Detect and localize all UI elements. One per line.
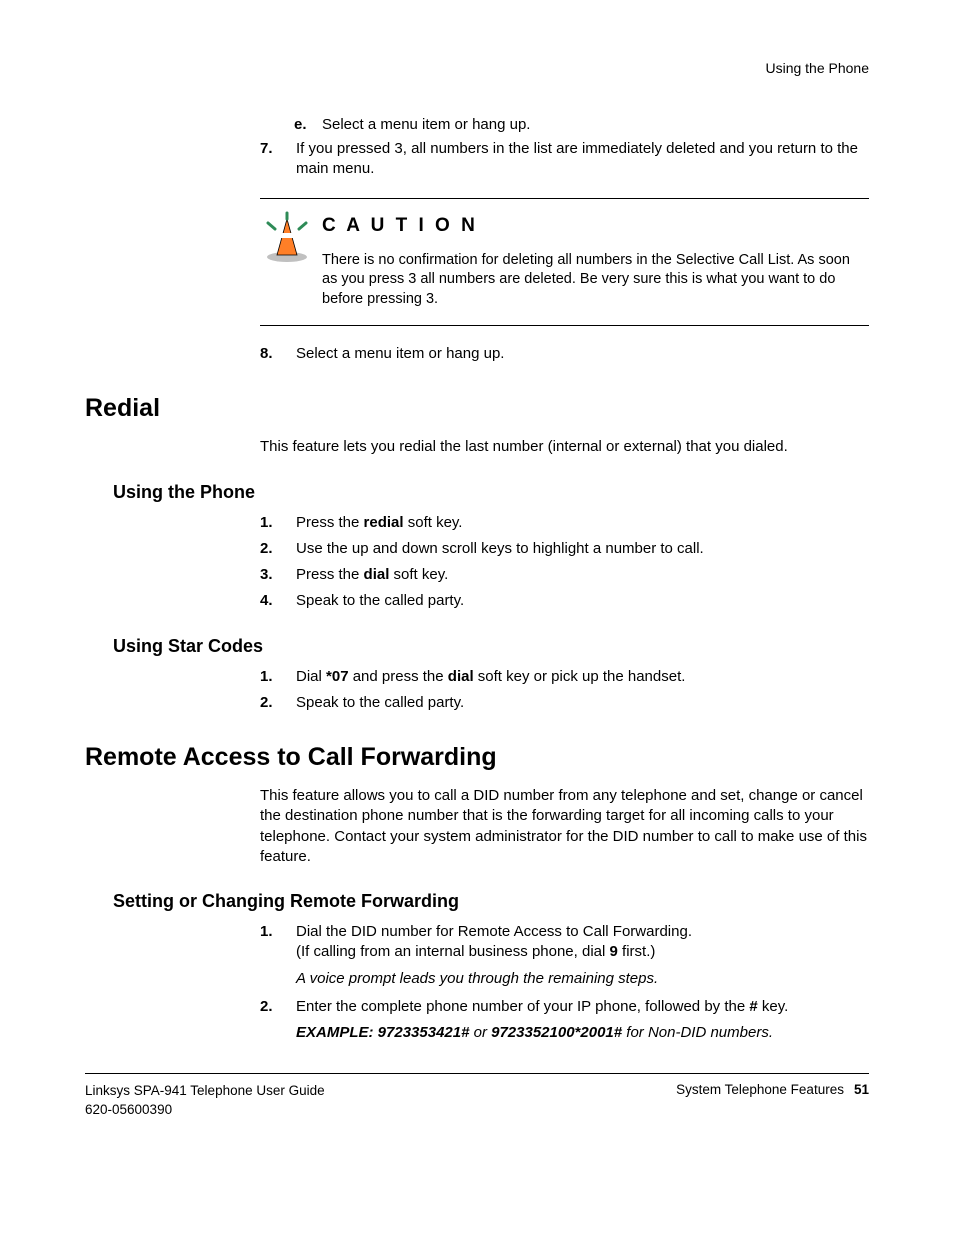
step-marker: 2.: [260, 997, 296, 1044]
footer: Linksys SPA-941 Telephone User Guide 620…: [85, 1082, 869, 1118]
page-number: 51: [854, 1082, 869, 1097]
substep-e: e. Select a menu item or hang up.: [294, 116, 869, 133]
step-text: Select a menu item or hang up.: [296, 344, 504, 364]
step-text: Speak to the called party.: [296, 591, 464, 611]
list-item: 2. Enter the complete phone number of yo…: [260, 997, 869, 1044]
caution-body: There is no confirmation for deleting al…: [322, 251, 869, 310]
step-text: Enter the complete phone number of your …: [296, 997, 788, 1044]
voice-prompt-note: A voice prompt leads you through the rem…: [296, 969, 692, 989]
step-8: 8. Select a menu item or hang up.: [260, 344, 869, 364]
list-item: 2. Speak to the called party.: [260, 693, 869, 713]
header-breadcrumb: Using the Phone: [85, 60, 869, 76]
list-item: 2. Use the up and down scroll keys to hi…: [260, 539, 869, 559]
step-text: Dial *07 and press the dial soft key or …: [296, 667, 685, 687]
step-marker: 1.: [260, 922, 296, 989]
step-marker: 3.: [260, 565, 296, 585]
step-8-wrap: 8. Select a menu item or hang up.: [260, 344, 869, 364]
caution-cone-icon: [260, 211, 322, 270]
list-item: 1. Dial *07 and press the dial soft key …: [260, 667, 869, 687]
redial-intro: This feature lets you redial the last nu…: [260, 437, 869, 457]
setting-remote-steps: 1. Dial the DID number for Remote Access…: [260, 922, 869, 1043]
heading-using-phone: Using the Phone: [113, 482, 869, 503]
step-7: 7. If you pressed 3, all numbers in the …: [260, 139, 869, 180]
step-marker: 2.: [260, 693, 296, 713]
step-text: If you pressed 3, all numbers in the lis…: [296, 139, 869, 180]
substep-text: Select a menu item or hang up.: [322, 116, 530, 133]
list-item: 1. Dial the DID number for Remote Access…: [260, 922, 869, 989]
using-phone-steps: 1. Press the redial soft key. 2. Use the…: [260, 513, 869, 612]
heading-using-star: Using Star Codes: [113, 636, 869, 657]
step-text: Dial the DID number for Remote Access to…: [296, 922, 692, 989]
using-star-steps: 1. Dial *07 and press the dial soft key …: [260, 667, 869, 714]
step-marker: 1.: [260, 513, 296, 533]
example-note: EXAMPLE: 9723353421# or 9723352100*2001#…: [296, 1023, 788, 1043]
remote-intro: This feature allows you to call a DID nu…: [260, 786, 869, 867]
step-text: Press the dial soft key.: [296, 565, 448, 585]
step-marker: 7.: [260, 139, 296, 180]
footer-rule: [85, 1073, 869, 1074]
step-marker: 1.: [260, 667, 296, 687]
step-marker: 2.: [260, 539, 296, 559]
heading-redial: Redial: [85, 394, 869, 423]
list-item: 4. Speak to the called party.: [260, 591, 869, 611]
caution-title: C A U T I O N: [322, 215, 869, 237]
substep-marker: e.: [294, 116, 322, 133]
heading-setting-remote: Setting or Changing Remote Forwarding: [113, 891, 869, 912]
footer-right: System Telephone Features51: [676, 1082, 869, 1118]
step-marker: 8.: [260, 344, 296, 364]
step-text: Press the redial soft key.: [296, 513, 462, 533]
step-text: Use the up and down scroll keys to highl…: [296, 539, 704, 559]
document-page: Using the Phone e. Select a menu item or…: [0, 0, 954, 1159]
top-steps: e. Select a menu item or hang up. 7. If …: [260, 116, 869, 180]
step-text: Speak to the called party.: [296, 693, 464, 713]
step-marker: 4.: [260, 591, 296, 611]
list-item: 1. Press the redial soft key.: [260, 513, 869, 533]
caution-block: C A U T I O N There is no confirmation f…: [260, 198, 869, 327]
footer-left: Linksys SPA-941 Telephone User Guide 620…: [85, 1082, 325, 1118]
heading-remote: Remote Access to Call Forwarding: [85, 743, 869, 772]
list-item: 3. Press the dial soft key.: [260, 565, 869, 585]
